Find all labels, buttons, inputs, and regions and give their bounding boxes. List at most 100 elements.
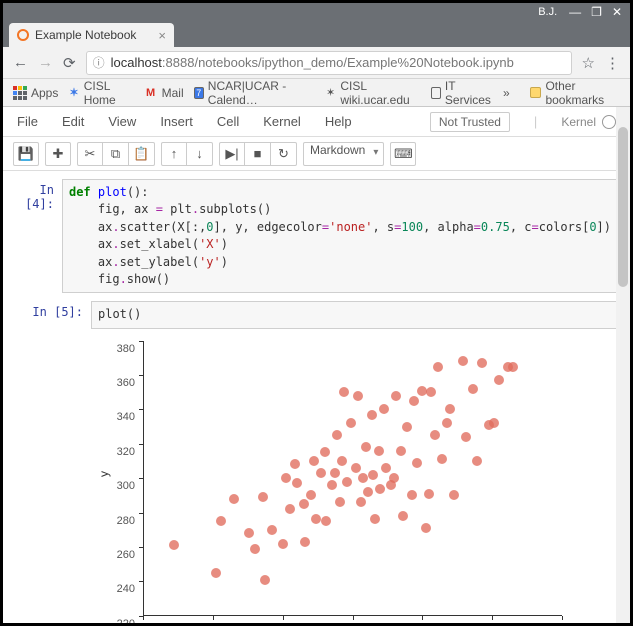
data-point — [311, 514, 321, 524]
notebook-toolbar: 💾 ✚ ✂ ⧉ 📋 ↑ ↓ ▶| ■ ↻ Markdown ⌨ — [3, 137, 630, 171]
bookmark-it-services[interactable]: IT Services — [431, 79, 493, 107]
data-point — [320, 447, 330, 457]
bookmark-ncar-calendar[interactable]: 7NCAR|UCAR - Calend… — [194, 79, 315, 107]
data-point — [337, 456, 347, 466]
add-cell-button[interactable]: ✚ — [45, 142, 71, 166]
data-point — [402, 422, 412, 432]
move-up-button[interactable]: ↑ — [161, 142, 187, 166]
vertical-scrollbar[interactable] — [616, 107, 630, 623]
restart-button[interactable]: ↻ — [271, 142, 297, 166]
minimize-button[interactable]: — — [569, 5, 581, 19]
site-info-icon[interactable]: ⓘ — [93, 54, 105, 71]
menu-edit[interactable]: Edit — [62, 114, 84, 129]
close-tab-button[interactable]: × — [158, 28, 166, 43]
kernel-label: Kernel — [561, 115, 596, 129]
command-palette-button[interactable]: ⌨ — [390, 142, 416, 166]
data-point — [330, 468, 340, 478]
bookmark-cisl-home[interactable]: ✶CISL Home — [68, 79, 133, 107]
data-point — [407, 490, 417, 500]
copy-button[interactable]: ⧉ — [103, 142, 129, 166]
browser-menu-button[interactable]: ⋮ — [605, 54, 620, 72]
back-button[interactable]: ← — [13, 54, 28, 71]
tab-title: Example Notebook — [35, 28, 136, 42]
data-point — [250, 544, 260, 554]
data-point — [391, 391, 401, 401]
run-button[interactable]: ▶| — [219, 142, 245, 166]
data-point — [433, 362, 443, 372]
bookmark-cisl-wiki[interactable]: ✶CISL wiki.ucar.edu — [325, 79, 421, 107]
data-point — [361, 442, 371, 452]
apps-icon — [13, 86, 27, 100]
data-point — [216, 516, 226, 526]
services-icon — [431, 87, 441, 99]
data-point — [508, 362, 518, 372]
reload-button[interactable]: ⟳ — [63, 54, 76, 72]
browser-tab-active[interactable]: Example Notebook × — [9, 23, 174, 47]
bookmark-star-button[interactable]: ☆ — [582, 54, 595, 72]
data-point — [211, 568, 221, 578]
os-titlebar: B.J. — ❐ ✕ — [3, 3, 630, 21]
menu-kernel[interactable]: Kernel — [263, 114, 301, 129]
data-point — [426, 387, 436, 397]
data-point — [299, 499, 309, 509]
data-point — [353, 391, 363, 401]
data-point — [321, 516, 331, 526]
data-point — [358, 473, 368, 483]
data-point — [442, 418, 452, 428]
menu-view[interactable]: View — [108, 114, 136, 129]
data-point — [335, 497, 345, 507]
data-point — [375, 484, 385, 494]
other-bookmarks[interactable]: Other bookmarks — [530, 79, 620, 107]
scrollbar-thumb[interactable] — [618, 127, 628, 287]
data-point — [356, 497, 366, 507]
user-label: B.J. — [538, 6, 557, 18]
data-point — [424, 489, 434, 499]
kernel-indicator[interactable]: Kernel — [561, 115, 616, 129]
menu-file[interactable]: File — [17, 114, 38, 129]
apps-label: Apps — [31, 86, 58, 100]
move-down-button[interactable]: ↓ — [187, 142, 213, 166]
data-point — [379, 404, 389, 414]
data-point — [477, 358, 487, 368]
data-point — [468, 384, 478, 394]
code-cell-5[interactable]: In [5]: plot() — [15, 301, 618, 328]
save-button[interactable]: 💾 — [13, 142, 39, 166]
cell-prompt: In [4]: — [15, 179, 62, 293]
data-point — [430, 430, 440, 440]
kernel-status-icon — [602, 115, 616, 129]
gear-icon: ✶ — [68, 86, 79, 100]
apps-button[interactable]: Apps — [13, 86, 58, 100]
cut-button[interactable]: ✂ — [77, 142, 103, 166]
maximize-button[interactable]: ❐ — [591, 5, 602, 19]
data-point — [396, 446, 406, 456]
paste-button[interactable]: 📋 — [129, 142, 155, 166]
data-point — [351, 463, 361, 473]
forward-button[interactable]: → — [38, 54, 53, 71]
menu-cell[interactable]: Cell — [217, 114, 239, 129]
bookmark-mail[interactable]: MMail — [144, 86, 184, 100]
code-cell-4[interactable]: In [4]: def plot(): fig, ax = plt.subplo… — [15, 179, 618, 293]
url-path: /notebooks/ipython_demo/Example%20Notebo… — [194, 55, 513, 70]
stop-button[interactable]: ■ — [245, 142, 271, 166]
code-input[interactable]: plot() — [91, 301, 618, 328]
data-point — [346, 418, 356, 428]
data-point — [327, 480, 337, 490]
data-point — [363, 487, 373, 497]
url-bar[interactable]: ⓘ localhost:8888/notebooks/ipython_demo/… — [86, 51, 572, 75]
data-point — [332, 430, 342, 440]
close-window-button[interactable]: ✕ — [612, 5, 622, 19]
bookmark-overflow[interactable]: » — [503, 86, 510, 100]
trust-badge[interactable]: Not Trusted — [430, 112, 510, 132]
menu-help[interactable]: Help — [325, 114, 352, 129]
folder-icon — [530, 87, 542, 98]
data-point — [339, 387, 349, 397]
celltype-select[interactable]: Markdown — [303, 142, 384, 166]
data-point — [292, 478, 302, 488]
menu-insert[interactable]: Insert — [160, 114, 193, 129]
calendar-icon: 7 — [194, 87, 204, 99]
cell-prompt: In [5]: — [15, 301, 91, 328]
window-buttons: — ❐ ✕ — [569, 5, 622, 19]
code-input[interactable]: def plot(): fig, ax = plt.subplots() ax.… — [62, 179, 618, 293]
data-point — [421, 523, 431, 533]
cell-5-output: . 220240260280300320340360380 2345678 y … — [15, 333, 618, 623]
